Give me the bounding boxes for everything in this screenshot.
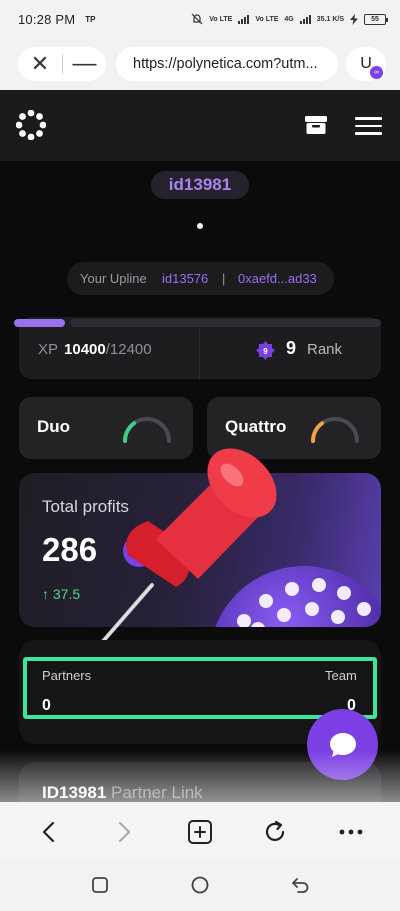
program-name: Quattro	[225, 417, 287, 436]
charging-icon	[350, 13, 358, 25]
back-arrow-icon[interactable]	[36, 819, 62, 845]
chat-button[interactable]	[307, 709, 378, 780]
address-bar[interactable]: https://polynetica.com?utm...	[116, 47, 338, 81]
signal-1-icon	[238, 14, 250, 24]
xp-readout: XP 10400/12400	[38, 341, 152, 358]
partners-value: 0	[42, 697, 51, 714]
battery-icon: 55	[364, 13, 388, 25]
xp-max: 12400	[109, 341, 152, 358]
signal-type-label: 4G	[284, 15, 294, 23]
carousel-dot[interactable]	[197, 223, 203, 229]
xp-current: 10400	[64, 341, 106, 358]
home-icon[interactable]	[190, 875, 210, 895]
partner-link-title: ID13981 Partner Link	[42, 783, 203, 802]
status-icons: Vo LTE Vo LTE 4G 35.1 K/S 55	[191, 13, 388, 25]
quattro-arc-fill	[311, 421, 325, 443]
gift-box-icon[interactable]	[304, 115, 328, 135]
network-speed: 35.1 K/S	[316, 15, 344, 23]
web-page: id13981 Your Upline id13576 | 0xaefd...a…	[0, 90, 400, 802]
carrier-tag: TP	[85, 14, 96, 24]
quattro-progress-arc-icon	[311, 417, 359, 443]
partners-label: Partners	[42, 668, 92, 683]
forward-arrow-icon[interactable]	[111, 819, 137, 845]
reload-icon[interactable]	[262, 819, 288, 845]
hamburger-menu-icon[interactable]	[355, 117, 382, 135]
quattro-arc-track	[311, 417, 359, 443]
battery-level: 55	[371, 15, 379, 23]
account-id-badge[interactable]: id13981	[151, 171, 249, 199]
rank-badge-icon: 9	[256, 341, 275, 360]
network-1-label: Vo LTE	[209, 15, 233, 23]
more-options-icon[interactable]	[338, 819, 364, 845]
minimize-icon[interactable]: —	[63, 49, 106, 79]
rank-value: 9	[286, 338, 297, 358]
signal-2-icon	[299, 14, 311, 24]
browser-bottom-nav	[0, 802, 400, 860]
mute-icon	[191, 13, 203, 25]
status-time: 10:28 PM	[18, 11, 76, 27]
xp-progress-fill	[14, 319, 65, 327]
rank-badge-number: 9	[263, 347, 268, 356]
tab-controls: ✕ —	[18, 47, 106, 81]
chat-bubble-icon	[330, 733, 356, 757]
system-nav-bar	[0, 860, 400, 911]
profits-value: 286	[42, 531, 98, 568]
upline-separator: |	[222, 271, 226, 286]
xp-progress-bar	[14, 319, 381, 327]
status-bar: 10:28 PM TP Vo LTE Vo LTE 4G 35.1 K/S 55	[0, 0, 400, 38]
partner-link-label: Partner Link	[111, 783, 203, 802]
upline-info: Your Upline id13576 | 0xaefd...ad33	[67, 262, 334, 295]
close-tab-icon[interactable]: ✕	[18, 47, 62, 81]
network-2-label: Vo LTE	[255, 15, 279, 23]
partner-link-id: ID13981	[42, 783, 107, 802]
upline-label: Your Upline	[80, 271, 147, 286]
partners-highlight-box	[23, 657, 377, 719]
xp-progress-track	[70, 319, 381, 327]
team-label: Team	[325, 668, 357, 683]
xp-card-divider	[199, 326, 200, 379]
upline-address-link[interactable]: 0xaefd...ad33	[238, 262, 317, 295]
rank-label: Rank	[307, 341, 343, 358]
polynetica-logo-icon[interactable]	[16, 110, 46, 140]
program-name: Duo	[37, 417, 71, 436]
browser-toolbar: ✕ — https://polynetica.com?utm... U ∞	[0, 38, 400, 90]
link-badge-icon: ∞	[370, 66, 383, 79]
recent-apps-icon[interactable]	[90, 875, 110, 895]
upline-id-link[interactable]: id13576	[162, 262, 208, 295]
profits-change: ↑ 37.5	[42, 586, 81, 602]
xp-label: XP	[38, 341, 59, 358]
site-header	[0, 90, 400, 161]
profile-button[interactable]: U ∞	[346, 47, 386, 81]
system-back-icon[interactable]	[290, 875, 310, 895]
new-tab-icon[interactable]	[187, 819, 213, 845]
